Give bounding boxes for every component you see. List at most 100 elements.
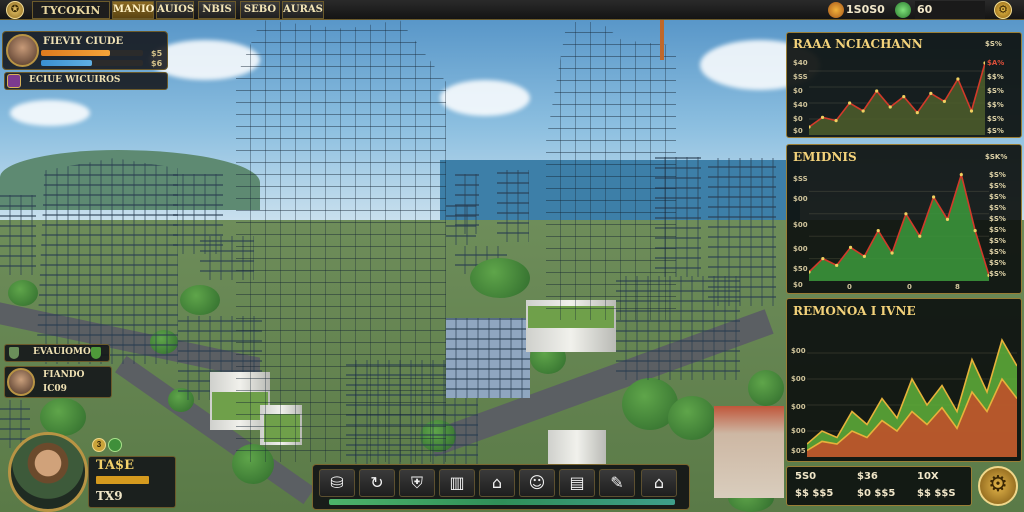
- tab-auras[interactable]: AURAS: [282, 1, 324, 19]
- data-point: [945, 217, 950, 221]
- company-card[interactable]: ECIUE WICUIROS: [4, 72, 168, 90]
- company-label: ECIUE WICUIROS: [29, 75, 121, 85]
- right-value: $S%: [989, 226, 1006, 234]
- stat-r1-0: 5S0: [795, 471, 817, 482]
- building[interactable]: [446, 318, 530, 398]
- stat-r1-1: $36: [857, 471, 878, 482]
- stat-r1-2: 10X: [917, 471, 939, 482]
- character-money-bar: [96, 476, 149, 484]
- tree: [748, 370, 784, 406]
- panel-market-title: RAAA NCIACHANN: [793, 37, 923, 51]
- company-icon: [7, 74, 21, 88]
- cards-tool[interactable]: ▤: [559, 469, 595, 497]
- data-point: [969, 109, 974, 113]
- shield-icon: [9, 347, 19, 359]
- y-tick: $00: [791, 403, 806, 411]
- character-avatar[interactable]: [8, 432, 88, 512]
- data-point: [929, 91, 933, 95]
- home-tool[interactable]: ⌂: [641, 469, 677, 497]
- right-value: $S%: [989, 215, 1006, 223]
- player-bar-1-fill: [41, 50, 111, 56]
- x-tick: 8: [955, 283, 960, 291]
- data-point: [875, 89, 879, 93]
- y-tick: $0: [793, 281, 803, 289]
- tab-sebo[interactable]: SEBO: [240, 1, 280, 19]
- data-point: [904, 212, 908, 216]
- stat-r2-2: $$ $$S: [917, 488, 956, 499]
- right-value: $S%: [989, 237, 1006, 245]
- gear-icon[interactable]: ⚙: [978, 466, 1018, 506]
- right-value: $S%: [989, 171, 1006, 179]
- y-tick: $SS: [793, 175, 808, 183]
- data-point: [890, 251, 894, 255]
- x-tick: 0: [847, 283, 852, 291]
- panel-revenue[interactable]: REMONOA I IVNE $00 $00 $00 $00 $05: [786, 298, 1022, 462]
- level-badge: 3: [92, 438, 106, 452]
- data-point: [848, 101, 852, 105]
- right-value: $S%: [989, 248, 1006, 256]
- data-point: [862, 254, 866, 258]
- player-card[interactable]: FIEVIY CIUDE $5 $6: [2, 31, 168, 70]
- right-value: $S%: [989, 259, 1006, 267]
- series-area: [809, 63, 985, 135]
- game-title: TYCOKIN: [32, 1, 110, 19]
- building[interactable]: [714, 406, 784, 498]
- panel-market[interactable]: RAAA NCIACHANN $S% $40 $SS $0 $40 $0 $0 …: [786, 32, 1022, 138]
- data-point: [918, 234, 922, 238]
- skyscraper-main[interactable]: [236, 20, 446, 462]
- cloud: [10, 100, 90, 126]
- tab-nbis[interactable]: NBIS: [198, 1, 236, 19]
- building[interactable]: [0, 195, 36, 275]
- shield-tool[interactable]: ⛨: [399, 469, 435, 497]
- apartment-tower[interactable]: [36, 158, 178, 364]
- economy-chart: [809, 171, 989, 281]
- player-bar-1: [41, 50, 143, 56]
- bottom-stats: 5S0 $36 10X $$ $$5 $0 $$5 $$ $$S: [786, 466, 972, 506]
- left-widget-1[interactable]: EVAUIOMOS: [4, 344, 110, 362]
- tree: [470, 258, 530, 298]
- settings-gear-icon[interactable]: ⚙: [994, 1, 1012, 19]
- tree: [8, 280, 38, 306]
- build-tool[interactable]: ⛁: [319, 469, 355, 497]
- panel-economy[interactable]: EMIDNIS $SK% $SS $00 $00 $00 $50 $0 $S% …: [786, 144, 1022, 294]
- tree: [40, 398, 86, 436]
- data-point: [861, 109, 865, 113]
- shop-tool[interactable]: ⌂: [479, 469, 515, 497]
- advisor-avatar[interactable]: [7, 368, 35, 396]
- tree: [668, 396, 716, 440]
- data-point: [848, 245, 853, 249]
- building[interactable]: [548, 430, 606, 464]
- player-bar-2-fill: [41, 60, 92, 66]
- panel-economy-header-value: $SK%: [985, 153, 1008, 161]
- pencil-tool[interactable]: ✎: [599, 469, 635, 497]
- tab-auios[interactable]: AUIOS: [156, 1, 194, 19]
- right-value: $S%: [989, 182, 1006, 190]
- right-value: $S%: [987, 115, 1004, 123]
- data-point: [834, 119, 838, 123]
- y-tick: $00: [793, 221, 808, 229]
- y-tick: $SS: [793, 73, 808, 81]
- data-point: [942, 99, 946, 103]
- toolbar-progress: [329, 499, 675, 505]
- player-avatar[interactable]: [6, 34, 39, 67]
- y-tick: $0: [793, 87, 803, 95]
- right-value: $S%: [987, 127, 1004, 135]
- rotate-tool[interactable]: ↻: [359, 469, 395, 497]
- panel-market-header-value: $S%: [985, 40, 1002, 48]
- x-tick: 0: [907, 283, 912, 291]
- player-name: FIEVIY CIUDE: [43, 36, 124, 47]
- data-point: [932, 195, 936, 199]
- status-icon: [108, 438, 122, 452]
- left-widget-2[interactable]: FIANDO IC09: [4, 366, 112, 398]
- data-point: [888, 105, 892, 109]
- logo-icon[interactable]: ✪: [6, 1, 24, 19]
- character-money: TA$E: [96, 458, 135, 473]
- building[interactable]: [446, 205, 476, 245]
- right-value: $S%: [989, 193, 1006, 201]
- factory-tool[interactable]: ▥: [439, 469, 475, 497]
- building[interactable]: [497, 170, 529, 242]
- tab-main[interactable]: MANIO: [112, 1, 154, 19]
- people-tool[interactable]: ☺: [519, 469, 555, 497]
- cloud: [440, 80, 530, 116]
- skyscraper-twisted[interactable]: [546, 22, 676, 320]
